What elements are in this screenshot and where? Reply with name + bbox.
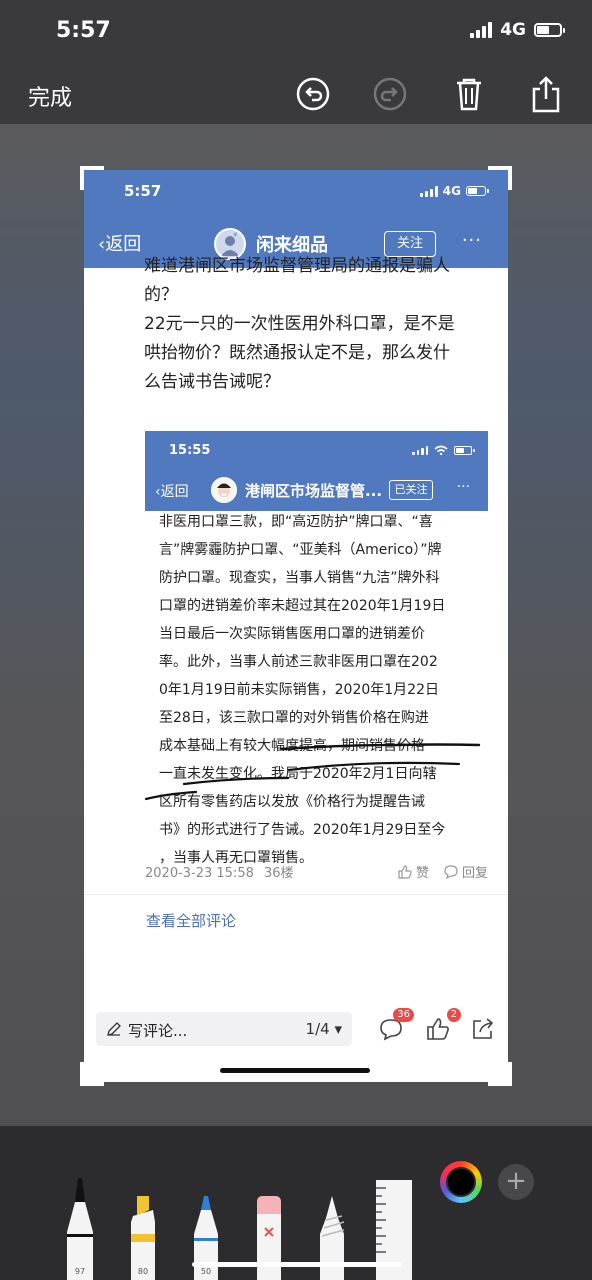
notice-line: 言”牌雾霾防护口罩、“亚美科（Americo）”牌 — [159, 542, 442, 558]
battery-icon — [466, 186, 489, 196]
divider — [84, 894, 508, 895]
trash-icon[interactable] — [451, 76, 487, 112]
undo-icon[interactable] — [295, 76, 331, 112]
embedded-screenshot-header: 15:55 ‹返回 港闸区市场监督管... 已关注 ··· — [145, 431, 488, 511]
post-body: 难道港闸区市场监督管理局的通报是骗人 的？ 22元一只的一次性医用外科口罩，是不… — [144, 256, 494, 397]
notice-line: 率。此外，当事人前述三款非医用口罩在202 — [159, 654, 438, 670]
share-post-button[interactable] — [470, 1016, 496, 1042]
notice-line: 书》的形式进行了告诫。2020年1月29日至今 — [159, 822, 446, 838]
reply-icon — [444, 864, 458, 879]
post-actions: 赞 回复 — [397, 862, 488, 881]
embedded-back-label: 返回 — [160, 484, 189, 500]
screenshot-status-indicators: 4G — [419, 184, 489, 198]
like-label: 赞 — [415, 866, 429, 881]
home-indicator — [220, 1068, 370, 1073]
status-time: 5:57 — [56, 18, 111, 43]
comment-placeholder: 写评论... — [128, 1022, 188, 1040]
page-indicator[interactable]: 1/4 ▾ — [306, 1020, 342, 1038]
post-line: 哄抬物价？既然通报认定不是，那么发什 — [144, 343, 450, 363]
thumbs-up-icon — [427, 1018, 449, 1040]
lasso-tool[interactable] — [316, 1194, 348, 1280]
page-indicator-label: 1/4 — [305, 1020, 330, 1038]
post-meta: 2020-3-23 15:58 36楼 — [145, 862, 294, 881]
color-picker[interactable] — [440, 1161, 482, 1203]
notice-line: 0年1月19日前未实际销售，2020年1月22日 — [159, 682, 439, 698]
share-icon — [473, 1018, 494, 1039]
back-button[interactable]: ‹返回 — [98, 230, 141, 256]
signal-icon — [419, 185, 438, 197]
post-floor: 36楼 — [264, 866, 294, 881]
like-post-button[interactable]: 2 — [425, 1008, 461, 1042]
comments-button[interactable]: 36 — [378, 1008, 414, 1042]
embedded-back-button: ‹返回 — [155, 484, 189, 500]
more-icon[interactable]: ··· — [462, 230, 482, 251]
post-line: 的？ — [144, 285, 178, 305]
wifi-icon — [434, 445, 448, 455]
screenshot-preview[interactable]: 5:57 4G ‹返回 闲来细品 关注 ··· 难道港闸区市场监督管理局的通报是… — [84, 170, 508, 1082]
embedded-status-indicators — [412, 445, 475, 455]
embedded-followed-badge: 已关注 — [389, 480, 433, 500]
embedded-more-icon: ··· — [456, 479, 470, 495]
highlighter-tool[interactable]: 80 — [127, 1194, 159, 1280]
thumbs-up-icon — [398, 864, 412, 879]
post-line: 么告诫书告诫呢？ — [144, 372, 280, 392]
status-indicators: 4G — [470, 20, 565, 40]
network-label: 4G — [442, 184, 461, 198]
notice-line: 一直未发生变化。我局于2020年2月1日向辖 — [159, 766, 437, 782]
post-line: 22元一只的一次性医用外科口罩，是不是 — [144, 314, 455, 334]
pencil-tool[interactable]: 50 — [190, 1194, 222, 1280]
embedded-status-time: 15:55 — [169, 443, 211, 458]
notice-text: 非医用口罩三款，即“高迈防护”牌口罩、“喜 言”牌雾霾防护口罩、“亚美科（Ame… — [159, 508, 479, 872]
signal-icon — [412, 445, 428, 455]
reply-label: 回复 — [461, 866, 488, 881]
eraser-tool[interactable] — [253, 1194, 285, 1280]
notice-line: 区所有零售药店以发放《价格行为提醒告诫 — [159, 794, 425, 810]
selected-color-swatch — [446, 1167, 476, 1197]
pen-icon — [67, 1178, 93, 1280]
notice-line: 防护口罩。现查实，当事人销售“九洁”牌外科 — [159, 570, 440, 586]
screenshot-status-time: 5:57 — [124, 182, 162, 200]
pen-tool[interactable]: 97 — [64, 1176, 96, 1280]
redo-icon[interactable] — [372, 76, 408, 112]
tool-palette: 97 80 50 + — [0, 1126, 592, 1280]
signal-icon — [470, 22, 493, 38]
embedded-title: 港闸区市场监督管... — [245, 482, 383, 500]
markup-toolbar: 完成 — [0, 66, 592, 124]
comment-input[interactable]: 写评论... 1/4 ▾ — [96, 1012, 352, 1046]
pencil-icon — [107, 1022, 121, 1036]
battery-icon — [534, 23, 565, 37]
notice-line: 口罩的进销差价率未超过其在2020年1月19日 — [159, 598, 446, 614]
notice-line: 成本基础上有较大幅度提高，期间销售价格 — [159, 738, 425, 754]
done-button[interactable]: 完成 — [28, 80, 72, 112]
network-label: 4G — [500, 20, 526, 40]
lasso-icon — [320, 1196, 345, 1280]
pencil-width-label: 50 — [200, 1267, 212, 1276]
view-all-comments-link[interactable]: 查看全部评论 — [146, 910, 236, 931]
like-count-badge: 2 — [446, 1008, 461, 1022]
embedded-avatar — [211, 477, 237, 503]
highlighter-width-label: 80 — [137, 1267, 149, 1276]
comment-count-badge: 36 — [393, 1008, 414, 1022]
notice-line: 当日最后一次实际销售医用口罩的进销差价 — [159, 626, 425, 642]
eraser-icon — [257, 1196, 281, 1280]
pen-width-label: 97 — [74, 1267, 86, 1276]
like-button[interactable]: 赞 — [397, 862, 429, 881]
notice-line: 至28日，该三款口罩的对外销售价格在购进 — [159, 710, 429, 726]
comment-bar: 写评论... 1/4 ▾ 36 2 — [84, 1006, 508, 1056]
home-indicator — [192, 1262, 402, 1267]
battery-icon — [454, 445, 475, 455]
reply-button[interactable]: 回复 — [443, 862, 488, 881]
notice-line: 非医用口罩三款，即“高迈防护”牌口罩、“喜 — [159, 514, 433, 530]
post-line: 难道港闸区市场监督管理局的通报是骗人 — [144, 256, 450, 276]
back-label: 返回 — [105, 234, 142, 255]
status-bar: 5:57 4G — [0, 0, 592, 66]
post-timestamp: 2020-3-23 15:58 — [145, 866, 254, 881]
add-tool-button[interactable]: + — [498, 1164, 534, 1200]
share-icon[interactable] — [528, 76, 564, 113]
